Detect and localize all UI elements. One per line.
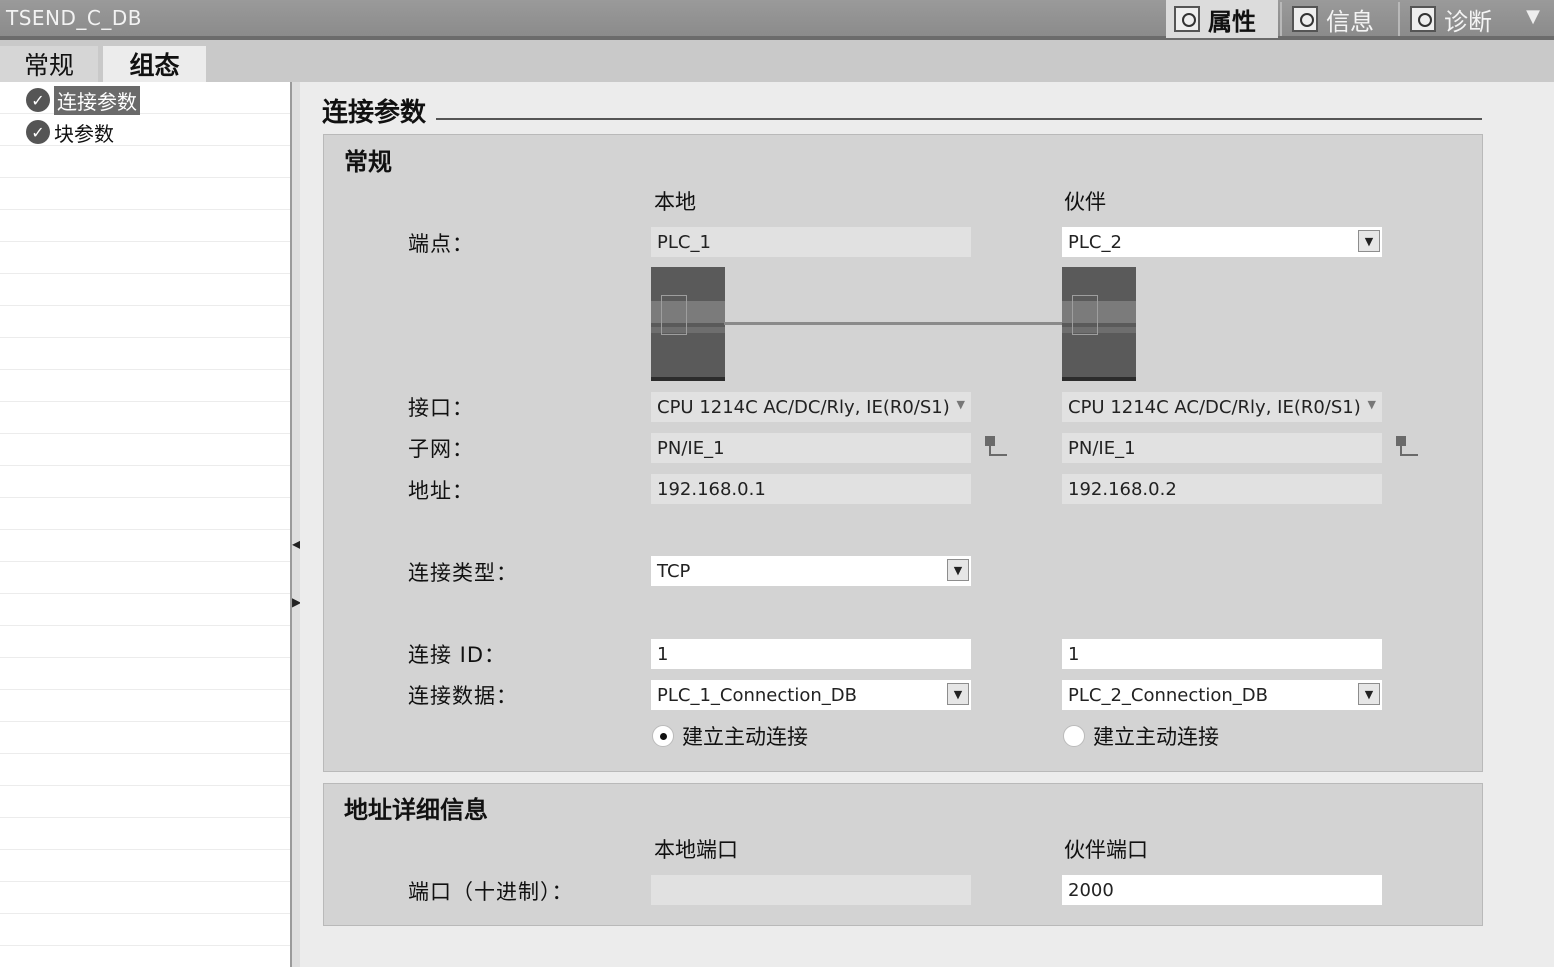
tab-properties-label: 属性 — [1208, 7, 1256, 36]
chevron-down-icon[interactable]: ▼ — [1358, 683, 1380, 705]
local-port-field — [651, 875, 971, 905]
check-circle-icon: ✓ — [26, 88, 50, 112]
nav-item-label: 连接参数 — [54, 85, 140, 115]
chevron-down-icon[interactable]: ▼ — [947, 683, 969, 705]
partner-connection-data-value: PLC_2_Connection_DB — [1068, 684, 1268, 706]
local-connection-id-value: 1 — [657, 643, 669, 665]
tab-diagnostics-label: 诊断 — [1444, 7, 1492, 36]
partner-port-input[interactable]: 2000 — [1062, 875, 1382, 905]
connection-type-label: 连接类型： — [408, 561, 518, 585]
column-local-port: 本地端口 — [654, 838, 738, 862]
connection-data-label: 连接数据： — [408, 684, 518, 708]
local-interface-value: CPU 1214C AC/DC/Rly, IE(R0/S1) — [657, 396, 950, 418]
partner-port-value: 2000 — [1068, 879, 1114, 901]
info-icon — [1292, 6, 1318, 32]
navigation-tree — [0, 82, 290, 967]
partner-address-value: 192.168.0.2 — [1068, 478, 1177, 500]
chevron-down-icon[interactable]: ▼ — [1358, 230, 1380, 252]
tab-separator — [1280, 2, 1282, 36]
local-plc-image — [651, 267, 725, 381]
partner-endpoint-value: PLC_2 — [1068, 231, 1122, 253]
properties-icon — [1174, 6, 1200, 32]
network-icon[interactable] — [985, 436, 1007, 458]
local-address-field: 192.168.0.1 — [651, 474, 971, 504]
network-icon[interactable] — [1396, 436, 1418, 458]
local-connection-data-value: PLC_1_Connection_DB — [657, 684, 857, 706]
partner-plc-image — [1062, 267, 1136, 381]
chevron-down-icon[interactable]: ▼ — [1526, 6, 1540, 27]
nav-item-label: 块参数 — [54, 121, 114, 146]
window-title: TSEND_C_DB — [6, 6, 142, 30]
tab-diagnostics[interactable]: 诊断 — [1402, 0, 1514, 38]
connection-id-label: 连接 ID： — [408, 643, 507, 667]
column-partner-port: 伙伴端口 — [1064, 838, 1148, 862]
local-interface-select[interactable]: CPU 1214C AC/DC/Rly, IE(R0/S1) ▼ — [651, 392, 971, 422]
partner-subnet-field: PN/IE_1 — [1062, 433, 1382, 463]
local-subnet-field: PN/IE_1 — [651, 433, 971, 463]
subnet-label: 子网： — [408, 437, 474, 461]
chevron-down-icon: ▼ — [956, 398, 965, 411]
connection-type-select[interactable]: TCP ▼ — [651, 556, 971, 586]
endpoint-label: 端点： — [408, 232, 474, 256]
chevron-down-icon: ▼ — [1367, 398, 1376, 411]
nav-item-block-params[interactable]: ✓ 块参数 — [26, 118, 114, 146]
local-endpoint-value: PLC_1 — [657, 231, 711, 253]
chevron-down-icon[interactable]: ▼ — [947, 559, 969, 581]
section-title-general: 常规 — [344, 148, 392, 176]
port-decimal-label: 端口（十进制）： — [408, 880, 574, 904]
tab-info[interactable]: 信息 — [1284, 0, 1396, 38]
partner-connection-data-select[interactable]: PLC_2_Connection_DB ▼ — [1062, 680, 1382, 710]
local-endpoint-field: PLC_1 — [651, 227, 971, 257]
partner-interface-value: CPU 1214C AC/DC/Rly, IE(R0/S1) — [1068, 396, 1361, 418]
tab-general[interactable]: 常规 — [0, 46, 98, 82]
partner-active-connection-radio[interactable] — [1063, 725, 1085, 747]
connection-type-value: TCP — [657, 560, 691, 582]
check-circle-icon: ✓ — [26, 120, 50, 144]
connection-line — [724, 322, 1062, 325]
column-partner: 伙伴 — [1064, 190, 1106, 214]
section-title-address-details: 地址详细信息 — [344, 796, 488, 824]
heading-divider — [436, 118, 1482, 120]
nav-item-connection-params[interactable]: ✓ 连接参数 — [26, 85, 140, 115]
tab-properties[interactable]: 属性 — [1166, 0, 1278, 38]
local-connection-data-select[interactable]: PLC_1_Connection_DB ▼ — [651, 680, 971, 710]
diagnostics-icon — [1410, 6, 1436, 32]
interface-label: 接口： — [408, 396, 474, 420]
partner-interface-select[interactable]: CPU 1214C AC/DC/Rly, IE(R0/S1) ▼ — [1062, 392, 1382, 422]
partner-endpoint-select[interactable]: PLC_2 ▼ — [1062, 227, 1382, 257]
local-address-value: 192.168.0.1 — [657, 478, 766, 500]
local-connection-id-input[interactable]: 1 — [651, 639, 971, 669]
column-local: 本地 — [654, 190, 696, 214]
local-active-connection-label: 建立主动连接 — [682, 725, 808, 749]
tab-configuration[interactable]: 组态 — [103, 46, 206, 82]
tab-separator — [1398, 2, 1400, 36]
local-active-connection-radio[interactable] — [652, 725, 674, 747]
page-title: 连接参数 — [322, 98, 427, 128]
partner-connection-id-value: 1 — [1068, 643, 1080, 665]
local-subnet-value: PN/IE_1 — [657, 437, 725, 459]
panel-splitter[interactable]: ◀ ▶ — [290, 82, 301, 967]
partner-connection-id-input[interactable]: 1 — [1062, 639, 1382, 669]
tab-info-label: 信息 — [1326, 7, 1374, 36]
address-label: 地址： — [408, 479, 474, 503]
partner-address-field: 192.168.0.2 — [1062, 474, 1382, 504]
partner-subnet-value: PN/IE_1 — [1068, 437, 1136, 459]
partner-active-connection-label: 建立主动连接 — [1093, 725, 1219, 749]
